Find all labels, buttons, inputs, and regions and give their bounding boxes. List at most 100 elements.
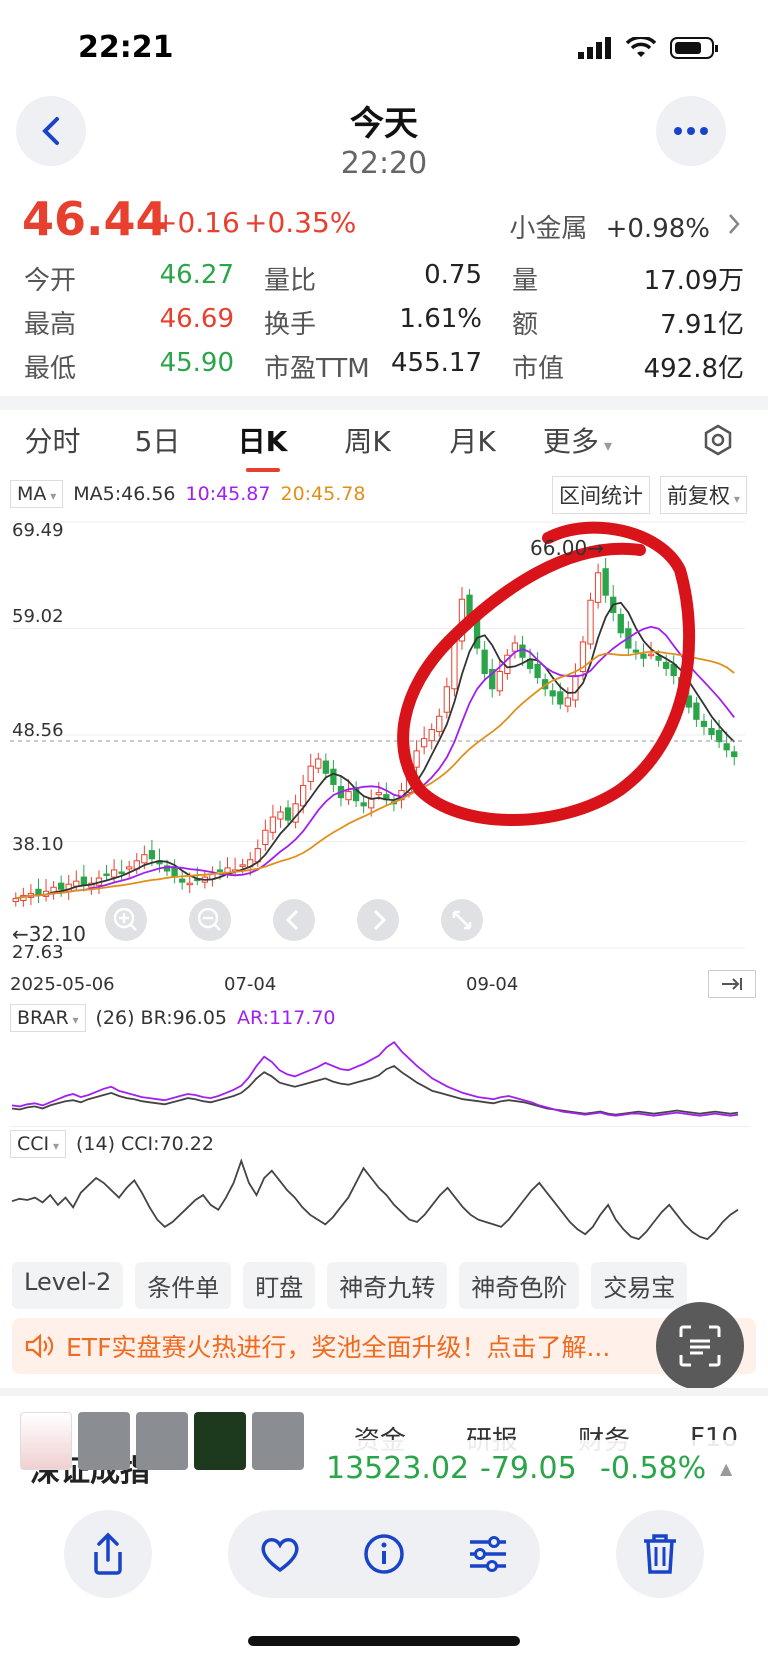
shortcut-nine-turn[interactable]: 神奇九转 xyxy=(327,1262,448,1309)
candle xyxy=(731,751,738,758)
delete-button[interactable] xyxy=(616,1510,704,1598)
stats-row: 今开 46.27 量比 0.75 量 17.09万 xyxy=(24,256,744,300)
current-price: 46.44 xyxy=(22,192,168,246)
price-change-pct: +0.35% xyxy=(244,206,357,239)
shortcut-trade[interactable]: 交易宝 xyxy=(591,1262,688,1309)
candle xyxy=(647,653,655,657)
candle xyxy=(315,758,322,769)
candle xyxy=(171,866,178,878)
scan-text-icon xyxy=(679,1325,721,1367)
screenshot-thumbnails xyxy=(20,1412,304,1470)
tab-weekly-k[interactable]: 周K xyxy=(315,420,420,460)
ar-value: AR:117.70 xyxy=(237,1007,336,1029)
section-divider xyxy=(0,396,768,410)
range-stats-button[interactable]: 区间统计 xyxy=(552,476,650,514)
index-change-pct: -0.58% xyxy=(600,1450,707,1486)
scan-button[interactable] xyxy=(656,1302,744,1390)
promo-banner[interactable]: ETF实盘赛火热进行，奖池全面升级！点击了解... xyxy=(12,1318,756,1374)
wifi-icon xyxy=(626,37,656,57)
shortcut-color-scale[interactable]: 神奇色阶 xyxy=(459,1262,580,1309)
candle xyxy=(110,869,118,878)
battery-icon xyxy=(670,37,718,59)
caret-up-icon[interactable]: ▲ xyxy=(720,1459,732,1478)
zoom-out-icon[interactable] xyxy=(188,898,232,942)
tab-daily-k[interactable]: 日K xyxy=(210,420,315,472)
brar-selector[interactable]: BRAR ▾ xyxy=(10,1004,86,1032)
thumbnail[interactable] xyxy=(136,1412,188,1470)
ma20-line xyxy=(15,650,735,900)
banner-text: ETF实盘赛火热进行，奖池全面升级！点击了解... xyxy=(66,1333,611,1362)
stat-value: 7.91亿 xyxy=(660,309,744,340)
x-tick: 2025-05-06 xyxy=(10,974,115,995)
candle xyxy=(413,750,420,768)
thumbnail[interactable] xyxy=(78,1412,130,1470)
info-icon[interactable] xyxy=(362,1532,406,1576)
candle xyxy=(141,854,148,864)
adjust-label: 前复权 xyxy=(667,484,730,508)
stat-value: 0.75 xyxy=(424,259,482,290)
adjust-icon[interactable] xyxy=(466,1534,510,1574)
stats-grid: 今开 46.27 量比 0.75 量 17.09万 最高 46.69 换手 1.61% 额… xyxy=(24,256,744,388)
tab-monthly-k[interactable]: 月K xyxy=(420,420,525,460)
candle xyxy=(564,697,571,707)
candle xyxy=(322,760,329,774)
candle xyxy=(587,599,594,645)
candle xyxy=(300,784,307,807)
candle xyxy=(239,864,246,867)
cci-line xyxy=(11,1158,739,1241)
thumbnail[interactable] xyxy=(194,1412,246,1470)
stat-value: 455.17 xyxy=(391,347,482,378)
tab-5day[interactable]: 5日 xyxy=(105,420,210,460)
candle xyxy=(428,729,435,742)
stats-row: 最低 45.90 市盈TTM 455.17 市值 492.8亿 xyxy=(24,344,744,388)
candle xyxy=(103,873,110,877)
tab-intraday[interactable]: 分时 xyxy=(0,420,105,460)
y-tick: 48.56 xyxy=(12,720,64,741)
tab-more[interactable]: 更多 ▾ xyxy=(525,420,630,460)
shortcut-watch[interactable]: 盯盘 xyxy=(243,1262,316,1309)
stat-value: 46.69 xyxy=(159,303,234,334)
low-marker: ←32.10 xyxy=(12,922,87,946)
chevron-left-icon[interactable] xyxy=(272,898,316,942)
candle xyxy=(216,869,224,872)
candle xyxy=(179,878,186,883)
candle xyxy=(345,791,352,801)
candle xyxy=(549,690,556,697)
ma-selector[interactable]: MA ▾ xyxy=(10,480,64,508)
thumbnail[interactable] xyxy=(252,1412,304,1470)
shortcut-level2[interactable]: Level-2 xyxy=(12,1262,124,1309)
shortcut-condition-order[interactable]: 条件单 xyxy=(135,1262,232,1309)
stat-value: 492.8亿 xyxy=(643,353,744,384)
page-title: 今天 xyxy=(350,104,418,144)
adjust-button[interactable]: 前复权 ▾ xyxy=(660,476,747,514)
more-button[interactable] xyxy=(656,96,726,166)
ma10-value: 10:45.87 xyxy=(185,483,271,505)
sector-change: +0.98% xyxy=(605,214,710,244)
sector-link[interactable]: 小金属 +0.98% xyxy=(509,208,710,245)
tab-more-label: 更多 xyxy=(542,425,599,458)
chevron-right-icon xyxy=(729,214,740,234)
index-change: -79.05 xyxy=(480,1450,577,1486)
red-circle-annotation xyxy=(397,521,696,826)
candle xyxy=(307,765,314,782)
expand-icon[interactable] xyxy=(440,898,484,942)
share-icon xyxy=(94,1532,122,1575)
zoom-in-icon[interactable] xyxy=(104,898,148,942)
period-tabs: 分时 5日 日K 周K 月K 更多 ▾ xyxy=(0,412,768,472)
home-indicator xyxy=(248,1636,520,1646)
settings-icon[interactable] xyxy=(702,424,734,456)
jump-latest-button[interactable] xyxy=(708,970,756,998)
thumbnail[interactable] xyxy=(20,1412,72,1470)
ma10-line xyxy=(15,625,735,900)
candle xyxy=(451,638,458,690)
heart-icon[interactable] xyxy=(258,1534,302,1574)
toolbar-actions xyxy=(228,1510,540,1598)
br-line xyxy=(11,1064,739,1116)
candle xyxy=(330,768,337,785)
candle xyxy=(481,649,488,675)
share-toolbar xyxy=(0,1500,768,1610)
share-button[interactable] xyxy=(64,1510,152,1598)
candle xyxy=(632,649,640,653)
chevron-right-icon[interactable] xyxy=(356,898,400,942)
candle xyxy=(262,829,269,846)
